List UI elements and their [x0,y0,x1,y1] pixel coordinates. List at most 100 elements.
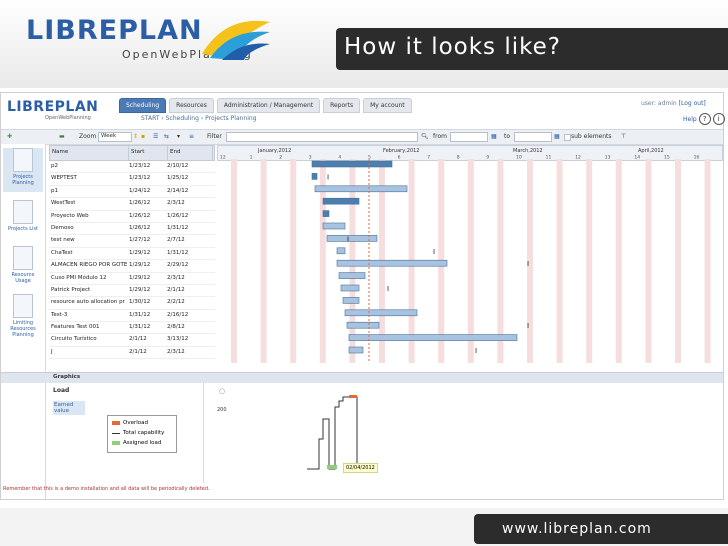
tab-load[interactable]: Load [53,387,69,394]
cell-name: Patrick Project [51,286,91,293]
user-label: user: admin [641,100,677,107]
help-link[interactable]: Help [683,116,697,123]
table-row[interactable]: test new 1/27/12 2/7/12 [49,235,215,248]
save-icon[interactable]: ✚ [7,133,12,140]
deadline-marker-icon: I [527,260,529,268]
sidebar-item-label: Resource Usage [11,272,35,284]
reset-filter-icon[interactable]: ⊤ [621,133,626,140]
weekend-stripe [704,159,711,363]
tab-my-account[interactable]: My account [363,98,412,113]
legend-item: Assigned load [112,440,161,446]
sidebar-item-projects-planning[interactable]: Projects Planning [3,148,43,192]
cell-name: WestTest [51,200,76,207]
cell-start: 1/31/12 [129,324,151,331]
gantt-task-bar[interactable] [336,247,346,255]
cell-end: 2/29/12 [167,262,189,269]
gantt-body: I I I I I I I [231,159,711,363]
cell-end: 1/25/12 [167,175,189,182]
cell-start: 1/26/12 [129,212,151,219]
table-row[interactable]: Cuso PMI Módulo 12 1/29/12 2/3/12 [49,273,215,285]
gantt-task-bar[interactable] [311,160,393,168]
reassign-icon[interactable]: ⇆ [164,133,169,140]
gantt-task-bar[interactable] [336,259,448,267]
sidebar-item-resource-usage[interactable]: Resource Usage [3,246,43,286]
gantt-task-bar[interactable] [342,297,360,304]
subelements-checkbox[interactable] [564,134,571,141]
tab-scheduling[interactable]: Scheduling [119,98,167,113]
cell-end: 1/31/12 [167,249,189,256]
table-header: Name Start End [49,145,215,161]
cell-name: Features Test 001 [51,324,100,331]
table-row[interactable]: Demoso 1/26/12 1/31/12 [49,223,215,236]
filter-input[interactable] [226,132,418,142]
gantt-task-bar[interactable] [314,185,408,193]
list-icon[interactable]: ≡ [189,133,194,140]
table-row[interactable]: Features Test 001 1/31/12 2/8/12 [49,322,215,335]
logo-plan: PLAN [118,15,203,46]
gantt-task-bar[interactable] [344,309,418,317]
cell-end: 2/8/12 [167,324,185,331]
gantt-task-bar[interactable] [338,272,366,279]
sidebar-item-label: Projects List [7,226,39,232]
total-capability-line [307,396,377,470]
cell-name: Test-3 [51,311,68,318]
cell-name: J [51,348,53,355]
gantt-task-bar[interactable] [348,346,364,354]
main-tabs: Scheduling Resources Administration / Ma… [119,98,412,113]
table-row[interactable]: ChaTest 1/29/12 1/31/12 [49,248,215,261]
print-icon[interactable]: ▬ [59,133,65,140]
gantt-task-bar[interactable] [346,321,380,329]
logout-link[interactable]: [Log out] [679,100,706,107]
gantt-task-bar[interactable] [340,284,360,292]
calendar-from-icon[interactable]: ▦ [491,133,497,140]
folder-icon[interactable]: ▪ [141,133,145,140]
weekend-stripe [645,159,652,363]
to-date-input[interactable] [514,132,552,142]
gantt-task-bar[interactable] [322,222,346,230]
tab-administration[interactable]: Administration / Management [216,98,321,113]
table-row[interactable]: WEPTEST 1/23/12 1/25/12 [49,173,215,186]
cell-start: 1/26/12 [129,200,151,207]
cell-end: 3/13/12 [167,336,189,343]
tab-resources[interactable]: Resources [169,98,214,113]
table-row[interactable]: p1 1/24/12 2/14/12 [49,186,215,199]
gantt-task-bar[interactable] [348,334,518,341]
gantt-task-bar[interactable] [311,173,318,180]
table-row[interactable]: J 2/1/12 2/3/12 [49,347,215,360]
table-row[interactable]: WestTest 1/26/12 2/3/12 [49,198,215,211]
search-icon[interactable]: 🔍︎ [421,133,429,140]
cell-start: 1/30/12 [129,299,151,306]
chevron-down-icon[interactable]: ▾ [177,133,180,140]
gantt-task-bar[interactable] [322,210,330,217]
sidebar-item-projects-list[interactable]: Projects List [3,200,43,236]
table-row[interactable]: ALMACEN RIEGO POR GOTEO 1/29/12 2/29/12 [49,260,215,273]
gantt-task-bar[interactable] [322,197,360,205]
help-icon[interactable]: ? [698,113,711,125]
cell-name: p1 [51,187,58,194]
cell-name: Cuso PMI Módulo 12 [51,274,107,281]
tab-earned-value[interactable]: Earned value [53,401,85,415]
column-name[interactable]: Name [50,146,129,160]
show-labels-icon[interactable]: ☰ [153,133,158,140]
graphics-section-header[interactable]: Graphics [1,372,723,383]
cell-end: 2/16/12 [167,311,189,318]
sidebar-item-limiting-resources[interactable]: Limiting Resources Planning [3,294,43,344]
table-row[interactable]: p2 1/23/12 2/10/12 [49,161,215,174]
zoom-select[interactable]: Week [98,132,132,142]
calendar-to-icon[interactable]: ▦ [554,133,560,140]
cell-start: 1/29/12 [129,286,151,293]
column-start[interactable]: Start [129,146,168,160]
assigned-load-swatch [112,441,120,445]
table-row[interactable]: Proyecto Web 1/26/12 1/26/12 [49,211,215,223]
from-date-input[interactable] [450,132,488,142]
column-end[interactable]: End [168,146,213,160]
tab-reports[interactable]: Reports [323,98,361,113]
expand-icon[interactable]: ↕ [133,133,138,140]
table-row[interactable]: resource auto allocation pr 1/30/12 2/2/12 [49,297,215,310]
demo-notice: Remember that this is a demo installatio… [3,486,210,492]
cell-end: 2/10/12 [167,163,189,169]
table-row[interactable]: Patrick Project 1/29/12 2/1/12 [49,285,215,298]
table-row[interactable]: Circuito Turístico 2/1/12 3/13/12 [49,334,215,347]
info-icon[interactable]: i [712,113,725,125]
table-row[interactable]: Test-3 1/31/12 2/16/12 [49,310,215,323]
